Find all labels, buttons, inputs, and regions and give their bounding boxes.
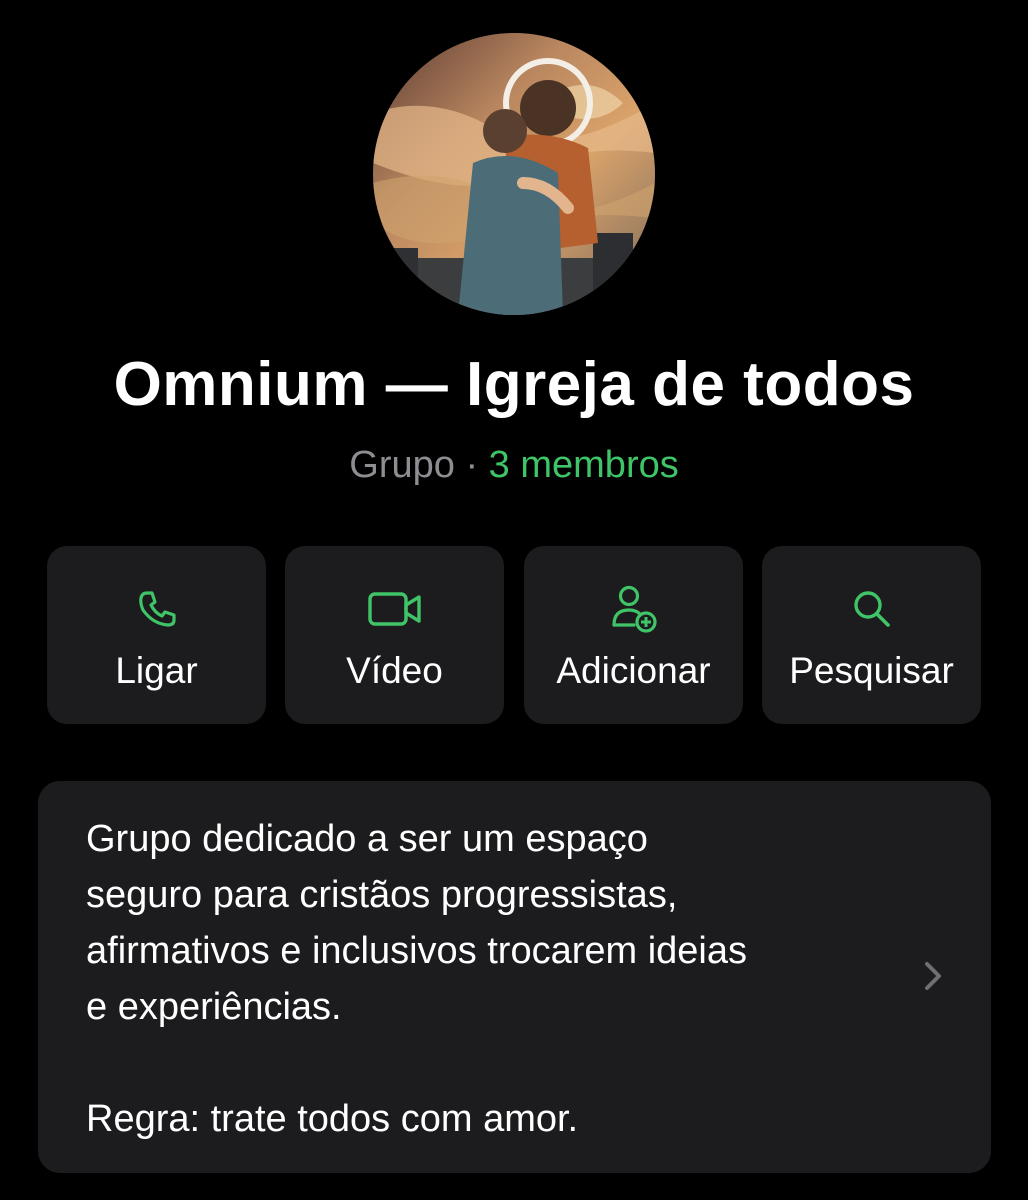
search-label: Pesquisar xyxy=(789,650,954,691)
call-label: Ligar xyxy=(115,650,198,691)
group-description-card[interactable]: Grupo dedicado a ser um espaço seguro pa… xyxy=(38,781,991,1173)
phone-icon xyxy=(138,591,176,627)
description-line: afirmativos e inclusivos trocarem ideias xyxy=(86,930,748,972)
group-avatar-painting xyxy=(373,33,655,315)
video-label: Vídeo xyxy=(346,650,443,691)
group-kind: Grupo xyxy=(349,444,455,486)
call-button[interactable]: Ligar xyxy=(47,546,266,724)
action-buttons: Ligar Vídeo Adicionar Pesquisar xyxy=(47,546,981,724)
chevron-right-icon xyxy=(925,962,941,990)
members-count-link[interactable]: 3 membros xyxy=(489,444,679,486)
separator-dot: · xyxy=(465,444,479,486)
video-camera-icon xyxy=(367,592,421,626)
description-line: Grupo dedicado a ser um espaço xyxy=(86,818,648,860)
add-member-button[interactable]: Adicionar xyxy=(524,546,743,724)
description-line: seguro para cristãos progressistas, xyxy=(86,874,678,916)
search-icon xyxy=(853,591,890,627)
group-description: Grupo dedicado a ser um espaço seguro pa… xyxy=(86,811,906,1147)
add-person-icon xyxy=(611,585,657,633)
video-button[interactable]: Vídeo xyxy=(285,546,504,724)
group-subtitle: Grupo · 3 membros xyxy=(0,442,1028,488)
group-rule: Regra: trate todos com amor. xyxy=(86,1098,579,1140)
add-member-label: Adicionar xyxy=(556,650,711,691)
group-name: Omnium — Igreja de todos xyxy=(113,350,915,419)
search-button[interactable]: Pesquisar xyxy=(762,546,981,724)
description-line: e experiências. xyxy=(86,986,342,1028)
group-avatar[interactable] xyxy=(373,33,655,315)
